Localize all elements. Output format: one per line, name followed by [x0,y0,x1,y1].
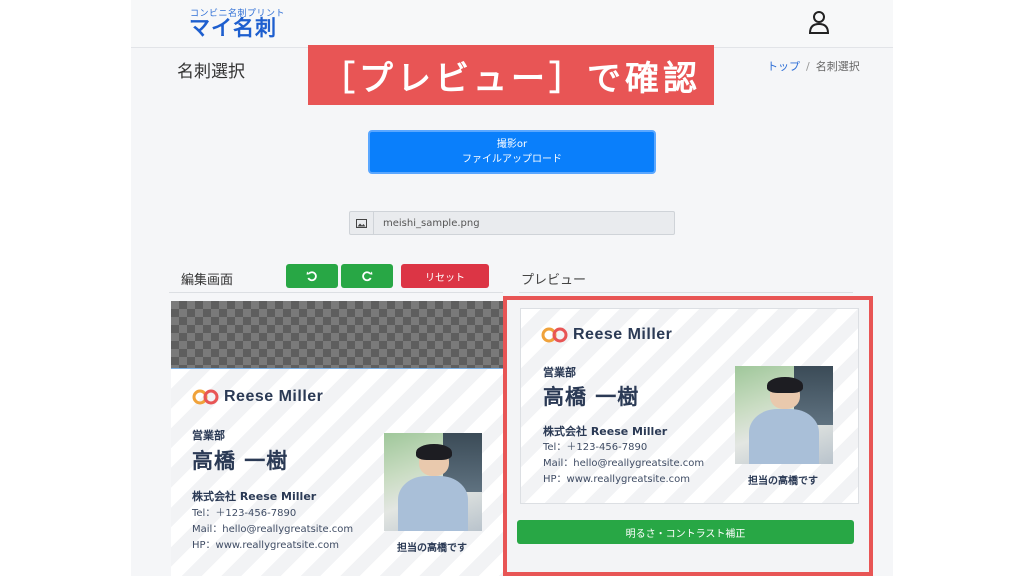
page-title: 名刺選択 [177,62,245,82]
card-hp: HP：www.reallygreatsite.com [192,540,340,551]
screen: コンビニ名刺プリント マイ名刺 名刺選択 トップ / 名刺選択 ［プレビュー］で確認… [0,0,1024,576]
card-company: 株式会社 Reese Miller [192,490,317,503]
upload-button-line2: ファイルアップロード [462,154,562,165]
image-icon [350,212,374,234]
rotate-cw-icon [362,271,373,282]
breadcrumb: トップ / 名刺選択 [767,58,860,74]
app-window: コンビニ名刺プリント マイ名刺 名刺選択 トップ / 名刺選択 ［プレビュー］で確認… [131,0,893,576]
breadcrumb-home-link[interactable]: トップ [767,60,800,73]
upload-button-line1: 撮影or [496,139,528,150]
card-person-name: 高橋 一樹 [543,385,640,409]
card-department: 営業部 [543,366,576,379]
card-mail: Mail：hello@reallygreatsite.com [543,458,705,469]
card-brand: Reese Miller [192,388,323,406]
card-mail: Mail：hello@reallygreatsite.com [192,524,354,535]
rotate-ccw-icon [306,271,317,282]
user-icon[interactable] [808,10,830,34]
preview-callout-banner: ［プレビュー］で確認 [308,45,714,105]
card-photo [735,366,833,464]
breadcrumb-separator: / [806,60,810,73]
preview-divider [519,292,853,293]
card-tel: Tel：＋123-456-7890 [543,442,648,453]
card-photo [384,433,482,531]
breadcrumb-current: 名刺選択 [815,60,860,73]
card-tel: Tel：＋123-456-7890 [192,508,297,519]
card-hp: HP：www.reallygreatsite.com [543,474,691,485]
file-name: meishi_sample.png [383,217,480,229]
logo-title: マイ名刺 [189,16,277,40]
reset-button[interactable]: リセット [401,264,489,288]
brand-logo-icon [541,327,568,343]
card-department: 営業部 [192,429,225,442]
brand-logo-icon [192,389,219,405]
upload-button[interactable]: 撮影or ファイルアップロード [368,130,656,174]
card-brand-name: Reese Miller [224,388,324,405]
logo[interactable]: コンビニ名刺プリント マイ名刺 [189,6,285,40]
header: コンビニ名刺プリント マイ名刺 [131,0,893,48]
editor-label: 編集画面 [181,273,234,288]
business-card-preview: Reese Miller 営業部 高橋 一樹 株式会社 Reese Miller… [520,308,859,504]
business-card-image[interactable]: Reese Miller 営業部 高橋 一樹 株式会社 Reese Miller… [171,368,504,576]
rotate-left-button[interactable] [286,264,338,288]
crop-editor-canvas[interactable]: Reese Miller 営業部 高橋 一樹 株式会社 Reese Miller… [171,301,504,576]
card-person-name: 高橋 一樹 [192,449,289,473]
brightness-contrast-button[interactable]: 明るさ・コントラスト補正 [517,520,854,544]
preview-label: プレビュー [521,273,587,288]
rotate-right-button[interactable] [341,264,393,288]
editor-divider [169,292,503,293]
card-brand-name: Reese Miller [573,326,673,343]
card-photo-caption: 担当の高橋です [397,543,467,554]
preview-panel: Reese Miller 営業部 高橋 一樹 株式会社 Reese Miller… [503,296,873,576]
card-photo-caption: 担当の高橋です [748,476,818,487]
file-name-field[interactable]: meishi_sample.png [349,211,675,235]
card-brand: Reese Miller [541,326,672,344]
card-company: 株式会社 Reese Miller [543,425,668,438]
